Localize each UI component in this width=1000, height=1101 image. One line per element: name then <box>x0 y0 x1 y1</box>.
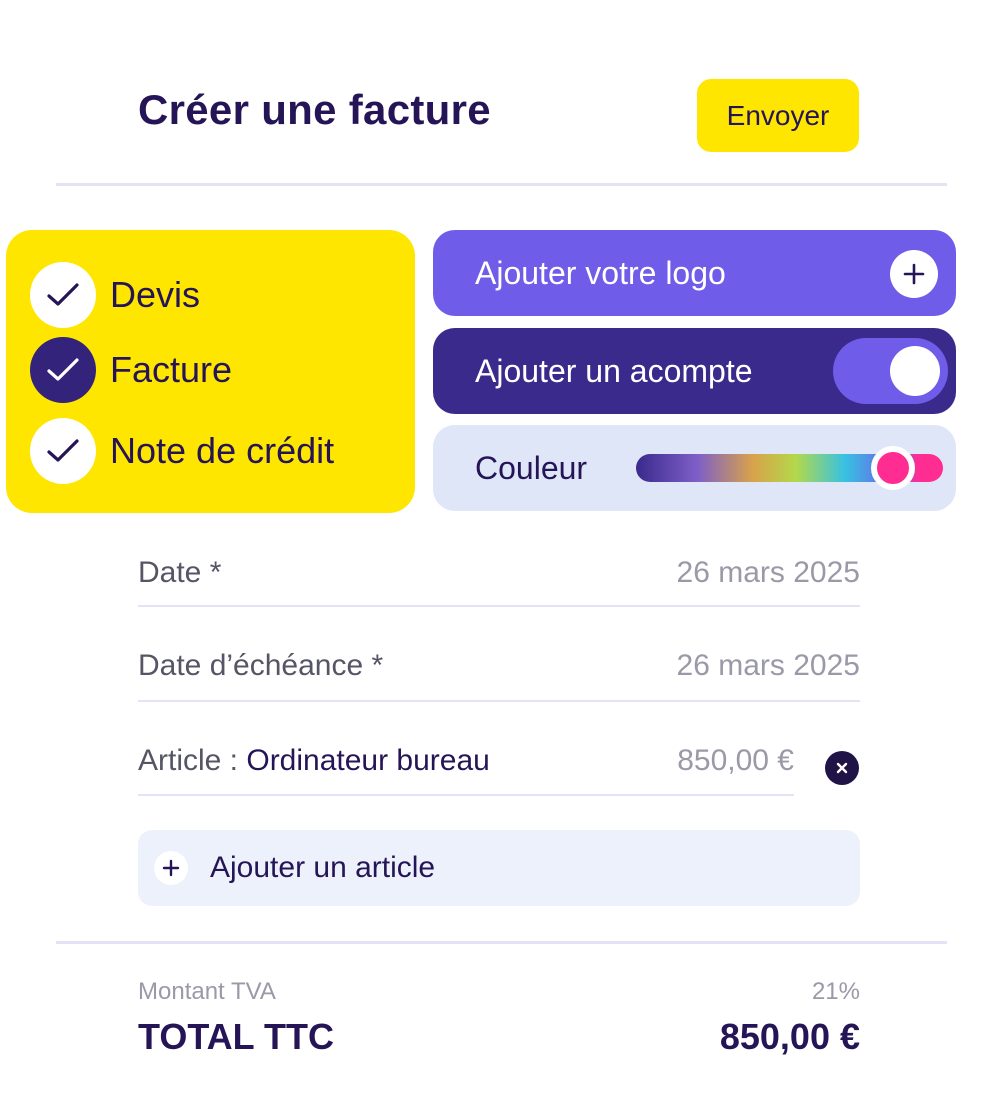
plus-icon <box>154 851 188 885</box>
add-logo-label: Ajouter votre logo <box>475 254 726 291</box>
due-date-label: Date d’échéance * <box>138 649 384 682</box>
remove-article-button[interactable] <box>825 751 859 785</box>
doc-type-note-de-credit[interactable]: Note de crédit <box>30 418 334 484</box>
bottom-divider <box>56 941 947 944</box>
date-value: 26 mars 2025 <box>676 556 860 589</box>
total-value: 850,00 € <box>719 1016 860 1057</box>
due-date-value: 26 mars 2025 <box>676 649 860 682</box>
due-date-field[interactable]: Date d’échéance * 26 mars 2025 <box>138 649 860 689</box>
toggle-knob <box>890 346 940 396</box>
vat-value: 21% <box>811 978 860 1005</box>
check-icon <box>30 262 96 328</box>
date-label: Date * <box>138 556 222 589</box>
total-label: TOTAL TTC <box>138 1016 334 1057</box>
close-icon <box>836 762 848 774</box>
deposit-option: Ajouter un acompte <box>433 328 956 414</box>
article-label: Article : Ordinateur bureau <box>138 744 490 778</box>
doc-type-label: Note de crédit <box>110 430 335 471</box>
article-name: Ordinateur bureau <box>246 744 490 777</box>
doc-type-devis[interactable]: Devis <box>30 262 200 328</box>
vat-label: Montant TVA <box>138 978 276 1005</box>
deposit-label: Ajouter un acompte <box>475 352 753 389</box>
doc-type-facture[interactable]: Facture <box>30 337 232 403</box>
date-field[interactable]: Date * 26 mars 2025 <box>138 556 860 596</box>
page-title: Créer une facture <box>138 86 491 133</box>
field-underline <box>138 700 860 702</box>
article-field[interactable]: Article : Ordinateur bureau 850,00 € <box>138 744 794 784</box>
color-slider[interactable] <box>636 446 943 490</box>
doc-type-label: Facture <box>110 349 233 390</box>
check-icon <box>30 418 96 484</box>
send-button[interactable]: Envoyer <box>697 79 859 152</box>
field-underline <box>138 605 860 607</box>
deposit-toggle[interactable] <box>833 338 948 404</box>
article-price: 850,00 € <box>677 744 794 777</box>
add-article-label: Ajouter un article <box>210 851 436 884</box>
add-logo-button[interactable]: Ajouter votre logo <box>433 230 956 316</box>
color-option: Couleur <box>433 425 956 511</box>
field-underline <box>138 794 794 796</box>
check-icon <box>30 337 96 403</box>
top-divider <box>56 183 947 186</box>
doc-type-label: Devis <box>110 274 201 315</box>
color-slider-thumb[interactable] <box>871 446 915 490</box>
article-prefix: Article : <box>138 744 247 777</box>
plus-icon[interactable] <box>890 250 938 298</box>
add-article-button[interactable]: Ajouter un article <box>138 830 860 906</box>
color-label: Couleur <box>475 449 588 486</box>
